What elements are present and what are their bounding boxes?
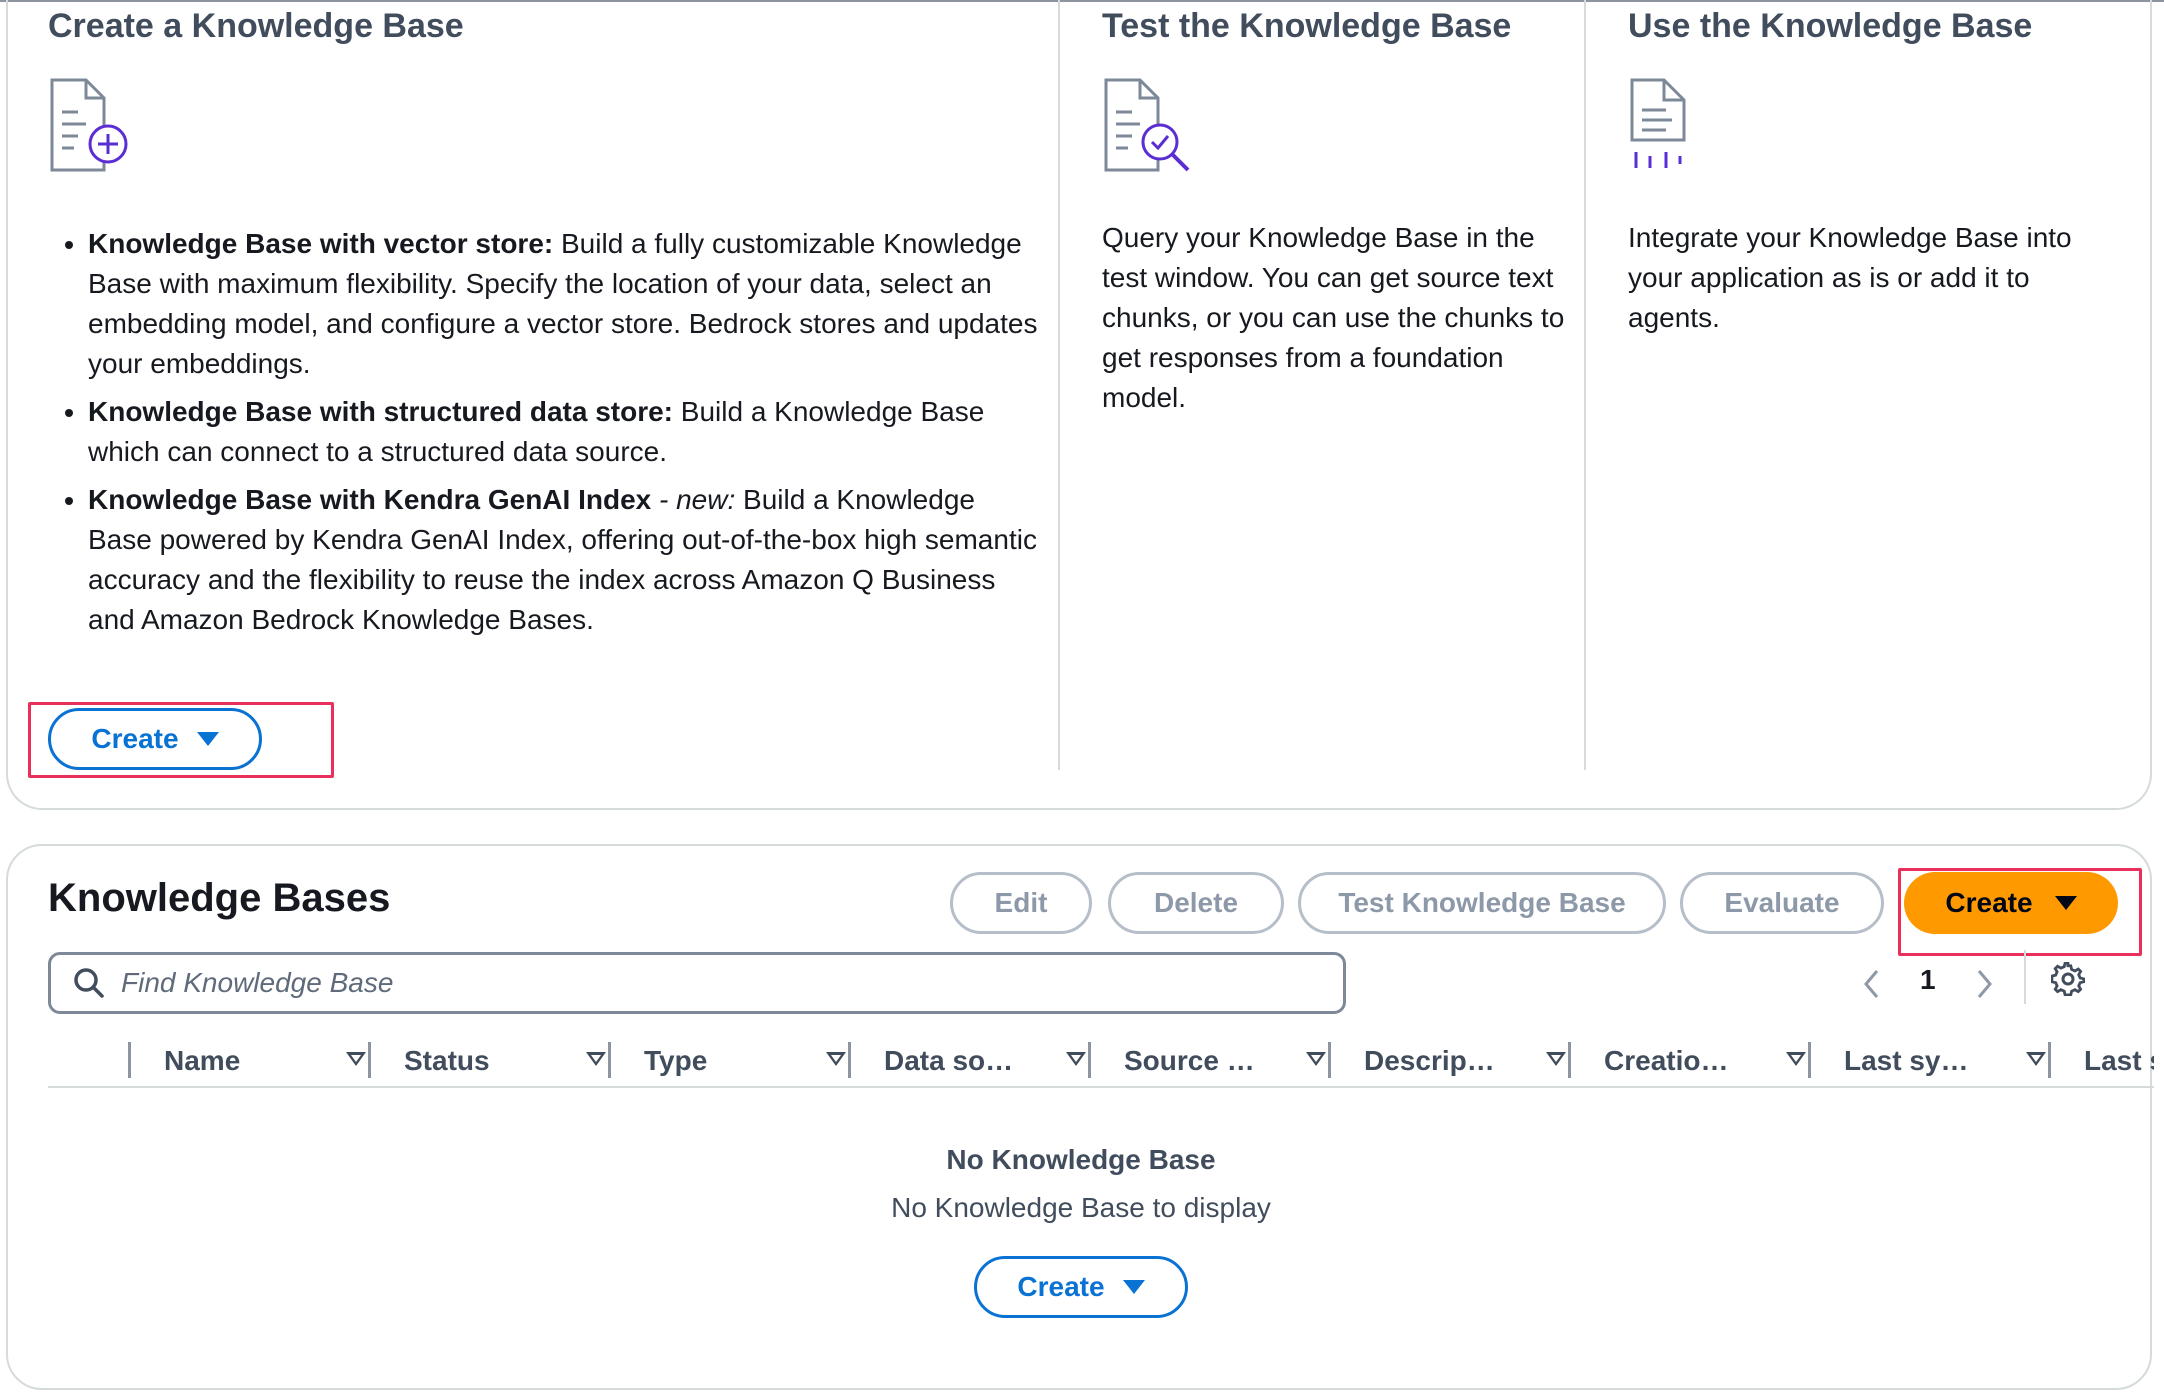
list-item: Knowledge Base with Kendra GenAI Index -…	[88, 480, 1038, 640]
caret-down-icon	[196, 732, 219, 746]
column-separator	[1808, 1042, 1811, 1078]
column-separator	[2048, 1042, 2051, 1078]
column-separator	[1088, 1042, 1091, 1078]
column-separator	[1568, 1042, 1571, 1078]
column-separator	[608, 1042, 611, 1078]
page-number[interactable]: 1	[1920, 964, 1936, 996]
search-input[interactable]	[119, 966, 1223, 1000]
sort-icon[interactable]	[1066, 1052, 1086, 1066]
list-item: Knowledge Base with vector store: Build …	[88, 224, 1038, 384]
delete-button[interactable]: Delete	[1108, 872, 1284, 934]
column-separator	[368, 1042, 371, 1078]
test-column-text: Query your Knowledge Base in the test wi…	[1102, 222, 1565, 413]
list-item: Knowledge Base with structured data stor…	[88, 392, 1038, 472]
create-column-title: Create a Knowledge Base	[48, 7, 464, 45]
column-header-description[interactable]: Descrip…	[1364, 1036, 1566, 1086]
edit-button[interactable]: Edit	[950, 872, 1092, 934]
column-separator	[848, 1042, 851, 1078]
search-icon	[74, 968, 104, 998]
document-add-icon	[50, 78, 128, 172]
create-primary-button[interactable]: Create	[1904, 872, 2118, 934]
caret-down-icon	[1122, 1280, 1145, 1294]
column-header-last-s[interactable]: Last s	[2084, 1036, 2154, 1086]
gear-icon[interactable]	[2051, 962, 2085, 996]
document-search-icon	[1104, 78, 1190, 172]
chevron-right-icon[interactable]	[1974, 968, 1994, 1000]
table-header: Name Status Type Data so… Source … Descr…	[48, 1036, 2154, 1088]
column-header-last-sync[interactable]: Last sy…	[1844, 1036, 2046, 1086]
column-separator	[1328, 1042, 1331, 1078]
use-column-title: Use the Knowledge Base	[1628, 7, 2033, 45]
empty-state-subtitle: No Knowledge Base to display	[891, 1192, 1271, 1223]
column-divider	[1584, 0, 1586, 770]
use-column-text: Integrate your Knowledge Base into your …	[1628, 222, 2072, 333]
caret-down-icon	[2054, 896, 2077, 910]
column-header-creation[interactable]: Creatio…	[1604, 1036, 1806, 1086]
create-button[interactable]: Create	[48, 708, 262, 770]
empty-state-create-button[interactable]: Create	[974, 1256, 1188, 1318]
document-integrate-icon	[1630, 78, 1686, 168]
test-column-title: Test the Knowledge Base	[1102, 7, 1512, 45]
sort-icon[interactable]	[586, 1052, 606, 1066]
sort-icon[interactable]	[1786, 1052, 1806, 1066]
empty-create-label: Create	[1017, 1271, 1105, 1302]
test-knowledge-base-button[interactable]: Test Knowledge Base	[1298, 872, 1666, 934]
column-separator	[128, 1042, 131, 1078]
column-header-data-source[interactable]: Data so…	[884, 1036, 1086, 1086]
sort-icon[interactable]	[1306, 1052, 1326, 1066]
sort-icon[interactable]	[1546, 1052, 1566, 1066]
chevron-left-icon[interactable]	[1862, 968, 1882, 1000]
column-header-name[interactable]: Name	[164, 1036, 366, 1086]
getting-started-card: Create a Knowledge Base Knowledge Base w…	[6, 0, 2152, 810]
create-button-label: Create	[91, 723, 179, 754]
column-header-status[interactable]: Status	[404, 1036, 606, 1086]
create-primary-label: Create	[1945, 887, 2033, 918]
page-title: Knowledge Bases	[48, 876, 391, 920]
test-column: Test the Knowledge Base Query your Knowl…	[1102, 0, 1572, 418]
empty-state-title: No Knowledge Base	[946, 1144, 1216, 1175]
column-header-source[interactable]: Source …	[1124, 1036, 1326, 1086]
sort-icon[interactable]	[2026, 1052, 2046, 1066]
column-header-type[interactable]: Type	[644, 1036, 846, 1086]
evaluate-button[interactable]: Evaluate	[1680, 872, 1884, 934]
create-options-list: Knowledge Base with vector store: Build …	[48, 224, 1038, 640]
knowledge-bases-card: Knowledge Bases Edit Delete Test Knowled…	[6, 844, 2154, 1390]
search-field[interactable]	[48, 952, 1346, 1014]
create-column: Create a Knowledge Base Knowledge Base w…	[48, 0, 1038, 648]
sort-icon[interactable]	[826, 1052, 846, 1066]
pager-divider	[2024, 950, 2026, 1004]
use-column: Use the Knowledge Base Integrate your Kn…	[1628, 0, 2108, 338]
sort-icon[interactable]	[346, 1052, 366, 1066]
column-divider	[1058, 0, 1060, 770]
